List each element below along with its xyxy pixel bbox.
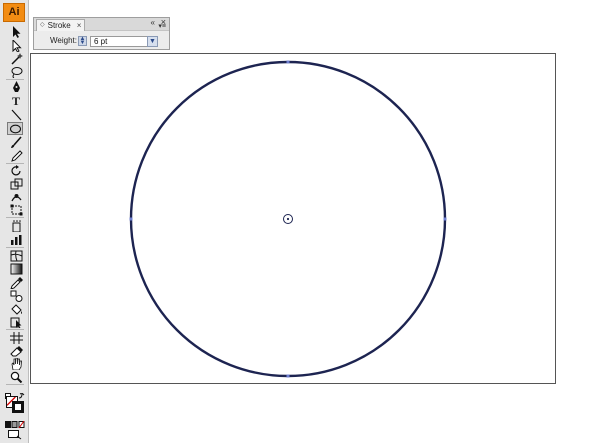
tools-panel: Ai T	[0, 0, 29, 443]
live-paint-selection-tool-icon[interactable]	[9, 316, 23, 328]
eraser-tool-icon[interactable]	[9, 345, 23, 357]
live-paint-bucket-tool-icon[interactable]	[9, 303, 23, 315]
direct-selection-tool-icon[interactable]	[9, 40, 23, 52]
center-point-icon[interactable]	[283, 214, 293, 224]
app-logo: Ai	[3, 3, 25, 22]
tab-stroke-label: Stroke	[47, 21, 71, 30]
column-graph-tool-icon[interactable]	[9, 234, 23, 246]
blend-tool-icon[interactable]	[9, 290, 23, 302]
type-tool-icon[interactable]: T	[9, 95, 23, 107]
pen-tool-icon[interactable]	[9, 81, 23, 93]
screen-mode-icon[interactable]	[8, 427, 22, 440]
zoom-tool-icon[interactable]	[9, 371, 23, 383]
hand-tool-icon[interactable]	[9, 358, 23, 370]
panel-menu-icon[interactable]: ▾≡	[158, 22, 166, 30]
paintbrush-tool-icon[interactable]	[9, 136, 23, 148]
line-segment-tool-icon[interactable]	[9, 109, 23, 121]
selection-tool-icon[interactable]	[9, 26, 23, 38]
symbol-sprayer-tool-icon[interactable]	[9, 220, 23, 232]
slice-tool-icon[interactable]	[9, 332, 23, 344]
collapse-panel-icon[interactable]: «	[151, 18, 155, 27]
lasso-tool-icon[interactable]	[9, 66, 23, 78]
panel-titlebar[interactable]: ◇ Stroke × « ×	[34, 17, 169, 31]
warp-tool-icon[interactable]	[9, 191, 23, 203]
stroke-panel: ◇ Stroke × « × ▾≡ Weight: ▲ ▼ 6 pt ▼	[33, 17, 170, 50]
weight-stepper[interactable]: ▲ ▼	[78, 36, 87, 46]
panel-tab-grip-icon: ◇	[40, 22, 45, 28]
pencil-tool-icon[interactable]	[9, 150, 23, 162]
free-transform-tool-icon[interactable]	[9, 204, 23, 216]
mesh-tool-icon[interactable]	[9, 250, 23, 262]
scale-tool-icon[interactable]	[9, 178, 23, 190]
weight-label: Weight:	[50, 36, 77, 45]
artboard[interactable]	[30, 53, 556, 384]
tab-stroke[interactable]: ◇ Stroke ×	[36, 19, 86, 31]
gradient-tool-icon[interactable]	[9, 263, 23, 275]
ellipse-tool-icon[interactable]	[7, 122, 23, 135]
chevron-down-icon[interactable]: ▼	[147, 36, 158, 47]
magic-wand-tool-icon[interactable]	[9, 53, 23, 65]
weight-value: 6 pt	[94, 37, 108, 46]
rotate-tool-icon[interactable]	[9, 165, 23, 177]
tab-close-icon[interactable]: ×	[77, 20, 82, 31]
eyedropper-tool-icon[interactable]	[9, 277, 23, 289]
weight-field[interactable]: 6 pt ▼	[90, 36, 158, 47]
color-mode-buttons[interactable]	[5, 416, 25, 429]
stroke-swatch[interactable]	[12, 401, 24, 413]
swap-fill-stroke-icon[interactable]	[5, 387, 25, 399]
canvas-svg[interactable]	[31, 54, 557, 385]
